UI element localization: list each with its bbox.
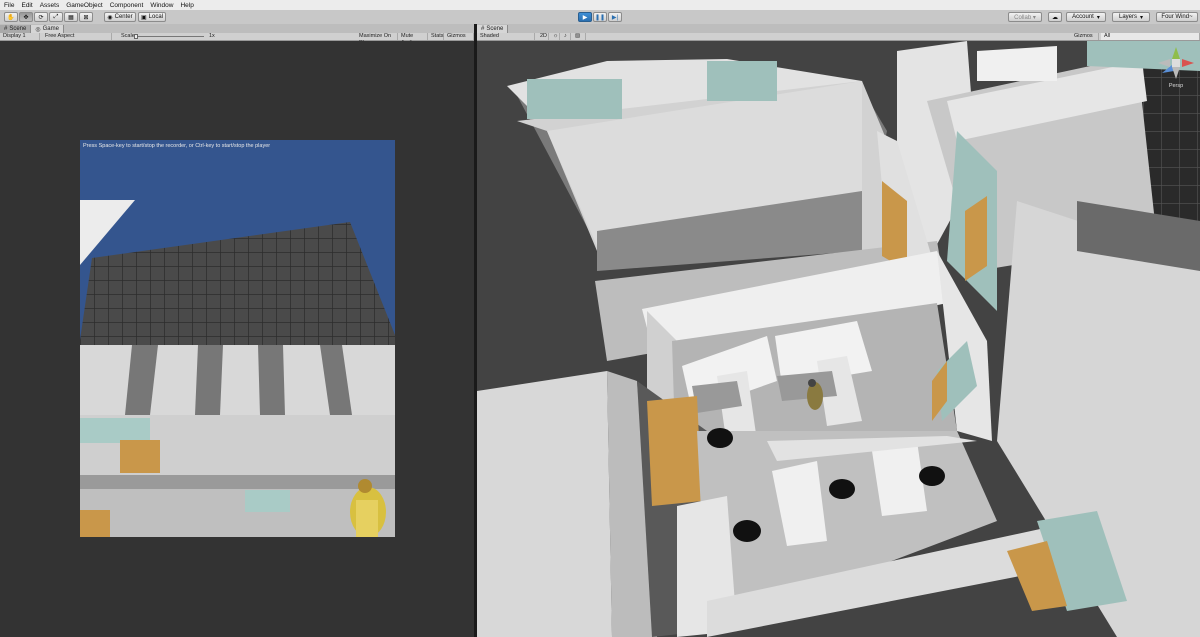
scale-value: 1x — [209, 33, 215, 39]
hand-icon: ✋ — [7, 14, 15, 21]
right-desk-top — [977, 46, 1057, 81]
collab-dropdown[interactable]: Collab ▾ — [1008, 12, 1042, 22]
gizmo-persp-label[interactable]: Persp — [1156, 83, 1196, 89]
layout-dropdown[interactable]: Four Wind~ — [1156, 12, 1198, 22]
space-label: Local — [148, 14, 163, 20]
game-gizmos-dropdown[interactable]: Gizmos — [444, 33, 474, 40]
play-icon: ▶ — [582, 14, 588, 21]
image-icon: ▨ — [575, 33, 581, 39]
scale-label: Scale — [121, 33, 135, 39]
left-wall — [477, 371, 612, 637]
transform-icon: ⊠ — [83, 14, 89, 21]
menu-component[interactable]: Component — [110, 2, 144, 9]
near-partition — [80, 489, 395, 537]
scene-search-input[interactable]: All — [1101, 33, 1200, 40]
scale-tool-button[interactable]: ⤢ — [49, 12, 63, 22]
rotate-icon: ⟳ — [38, 14, 44, 21]
rect-tool-button[interactable]: ▦ — [64, 12, 78, 22]
game-panel-tabs: # Scene ◎ Game — [0, 24, 474, 33]
layers-dropdown[interactable]: Layers ▾ — [1112, 12, 1150, 22]
shading-dropdown[interactable]: Shaded — [477, 33, 535, 40]
scene-tab-icon: # — [4, 26, 8, 32]
rotate-tool-button[interactable]: ⟳ — [34, 12, 48, 22]
scene-orientation-gizmo[interactable]: Persp — [1156, 45, 1196, 89]
scale-slider[interactable] — [134, 34, 204, 39]
hand-tool-button[interactable]: ✋ — [4, 12, 18, 22]
scale-icon: ⤢ — [53, 13, 59, 20]
pivot-icon: ◉ — [107, 14, 113, 21]
scene-gizmos-dropdown[interactable]: Gizmos — [1071, 33, 1099, 40]
play-button[interactable]: ▶ — [578, 12, 592, 22]
tab-scene-left[interactable]: # Scene — [0, 25, 32, 33]
scene-viewport[interactable]: Persp — [477, 41, 1200, 637]
pivot-label: Center — [114, 14, 133, 20]
game-viewport[interactable]: Press Space-key to start/stop the record… — [80, 140, 395, 537]
pause-icon: ❚❚ — [594, 14, 606, 21]
effects-dropdown[interactable]: ▨ — [572, 33, 586, 40]
speaker-icon: ♪ — [564, 33, 567, 39]
layers-label: Layers — [1118, 14, 1137, 20]
space-local-toggle[interactable]: ▣ Local — [138, 12, 166, 22]
2d-toggle[interactable]: 2D — [537, 33, 549, 40]
rect-icon: ▦ — [68, 14, 74, 21]
layout-label: Four Wind~ — [1161, 14, 1193, 20]
collab-label: Collab ▾ — [1014, 14, 1036, 21]
wood-door-near — [80, 510, 110, 537]
menu-window[interactable]: Window — [150, 2, 173, 9]
step-icon: ▶| — [611, 14, 619, 21]
chevron-down-icon: ▾ — [1140, 14, 1144, 21]
move-tool-button[interactable]: ✥ — [19, 12, 33, 22]
move-icon: ✥ — [23, 14, 29, 21]
chevron-down-icon: ▾ — [1096, 14, 1100, 21]
cloud-icon: ☁ — [1052, 14, 1058, 21]
menu-bar: File Edit Assets GameObject Component Wi… — [0, 0, 1200, 10]
lighting-toggle[interactable]: ☼ — [550, 33, 560, 40]
stats-toggle[interactable]: Stats — [428, 33, 444, 40]
axis-gizmo-icon — [1158, 47, 1194, 79]
tab-label: Scene — [9, 26, 27, 32]
transform-tool-button[interactable]: ⊠ — [79, 12, 93, 22]
sun-icon: ☼ — [553, 33, 559, 39]
scene-panel-tabs: # Scene — [477, 24, 1200, 33]
tab-label: Game — [42, 26, 59, 32]
scene-view-bar: Shaded 2D ☼ ♪ ▨ Gizmos All — [477, 33, 1200, 41]
tab-game[interactable]: ◎ Game — [31, 25, 64, 33]
game-view-bar: Display 1 Free Aspect Scale 1x Maximize … — [0, 33, 474, 46]
menu-help[interactable]: Help — [180, 2, 193, 9]
back-glass-2 — [707, 61, 777, 101]
menu-file[interactable]: File — [4, 2, 14, 9]
account-dropdown[interactable]: Account ▾ — [1066, 12, 1106, 22]
wood-door — [120, 440, 160, 473]
game-tab-icon: ◎ — [35, 26, 41, 33]
scene-tab-icon: # — [481, 26, 485, 32]
maximize-on-play-toggle[interactable]: Maximize On Play — [356, 33, 398, 46]
display-dropdown[interactable]: Display 1 — [0, 33, 40, 40]
cloud-button[interactable]: ☁ — [1048, 12, 1062, 22]
tab-label: Scene — [486, 26, 504, 32]
menu-edit[interactable]: Edit — [21, 2, 32, 9]
scene-render — [477, 41, 1200, 637]
scale-slider-thumb[interactable] — [134, 34, 138, 39]
audio-toggle[interactable]: ♪ — [561, 33, 571, 40]
aspect-dropdown[interactable]: Free Aspect — [42, 33, 112, 40]
menu-gameobject[interactable]: GameObject — [66, 2, 103, 9]
glass-panel — [80, 418, 150, 443]
game-render — [80, 140, 395, 537]
main-toolbar: ✋ ✥ ⟳ ⤢ ▦ ⊠ ◉ Center ▣ Local ▶ ❚❚ ▶| Colla… — [0, 10, 1200, 25]
game-panel: Press Space-key to start/stop the record… — [0, 41, 474, 637]
tab-scene[interactable]: # Scene — [477, 25, 509, 33]
back-glass — [527, 79, 622, 119]
partition-top — [80, 475, 395, 489]
glass-panel-near — [245, 490, 290, 512]
menu-assets[interactable]: Assets — [40, 2, 60, 9]
pause-button[interactable]: ❚❚ — [593, 12, 607, 22]
mute-audio-toggle[interactable]: Mute Audio — [398, 33, 428, 46]
step-button[interactable]: ▶| — [608, 12, 622, 22]
account-label: Account — [1072, 14, 1094, 20]
local-icon: ▣ — [140, 14, 147, 21]
wooden-shelf — [647, 396, 702, 506]
game-instruction-text: Press Space-key to start/stop the record… — [83, 143, 271, 149]
pivot-center-toggle[interactable]: ◉ Center — [104, 12, 136, 22]
